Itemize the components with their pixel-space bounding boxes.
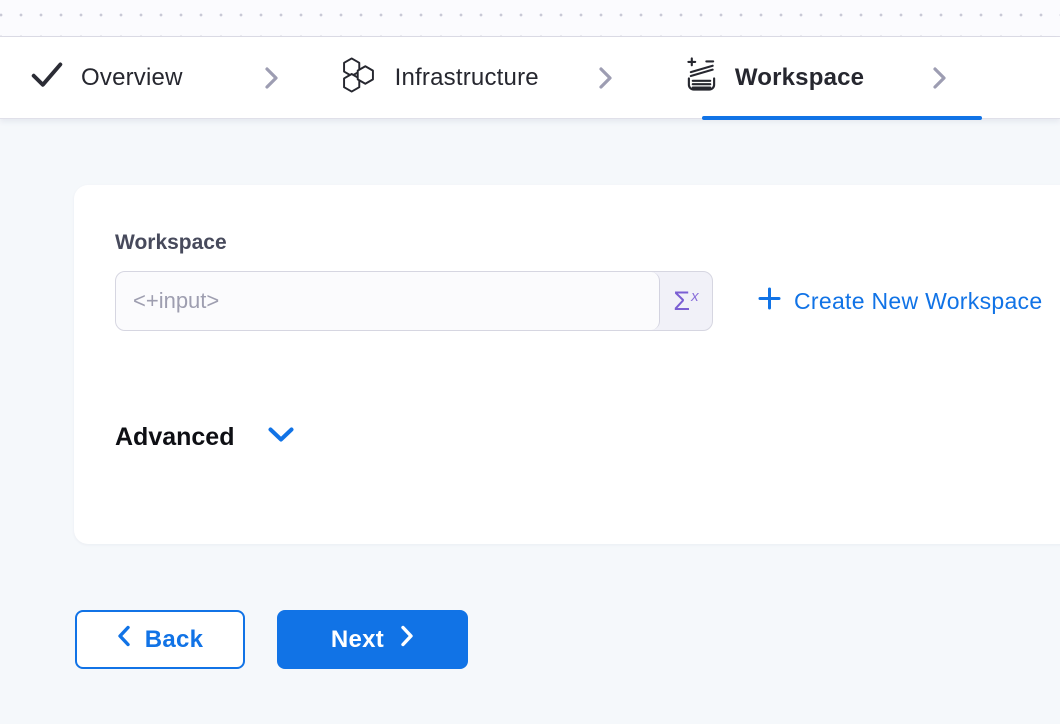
workspace-input[interactable] [116, 272, 660, 330]
sigma-icon: Σ [673, 286, 690, 317]
chevron-left-icon [117, 625, 130, 654]
workspace-input-row: Σx Create New Workspace [115, 271, 1060, 331]
workspace-formula-field: Σx [115, 271, 713, 331]
wizard-content: Workspace Σx Create New Workspace Advanc… [0, 119, 1060, 669]
step-overview-label: Overview [81, 64, 183, 92]
chevron-right-separator-icon [259, 63, 284, 93]
wizard-stepper: Overview Infrastructure [0, 37, 1060, 119]
step-workspace[interactable]: Workspace [685, 56, 864, 99]
step-workspace-label: Workspace [735, 64, 864, 92]
chevron-right-icon [401, 625, 414, 654]
step-overview[interactable]: Overview [30, 61, 183, 94]
back-button-label: Back [145, 626, 204, 654]
hexagons-icon [339, 54, 378, 101]
active-step-indicator [702, 116, 982, 120]
workspace-field-label: Workspace [115, 231, 1060, 255]
create-new-workspace-link[interactable]: Create New Workspace [758, 287, 1042, 315]
chevron-right-separator-icon [927, 63, 952, 93]
stack-icon [685, 56, 718, 99]
chevron-down-icon [267, 426, 295, 449]
plus-icon [758, 287, 781, 315]
step-infrastructure-label: Infrastructure [395, 64, 539, 92]
check-icon [30, 61, 64, 94]
wizard-actions: Back Next [75, 610, 1060, 669]
chevron-right-separator-icon [593, 63, 618, 93]
workspace-form-card: Workspace Σx Create New Workspace Advanc… [74, 185, 1060, 544]
advanced-label: Advanced [115, 423, 234, 452]
formula-sigma-button[interactable]: Σx [660, 272, 712, 330]
advanced-toggle[interactable]: Advanced [115, 423, 1060, 452]
dotted-header-strip [0, 0, 1060, 37]
next-button-label: Next [331, 626, 384, 654]
create-new-workspace-label: Create New Workspace [794, 288, 1042, 315]
next-button[interactable]: Next [277, 610, 468, 669]
back-button[interactable]: Back [75, 610, 245, 669]
step-infrastructure[interactable]: Infrastructure [339, 54, 539, 101]
